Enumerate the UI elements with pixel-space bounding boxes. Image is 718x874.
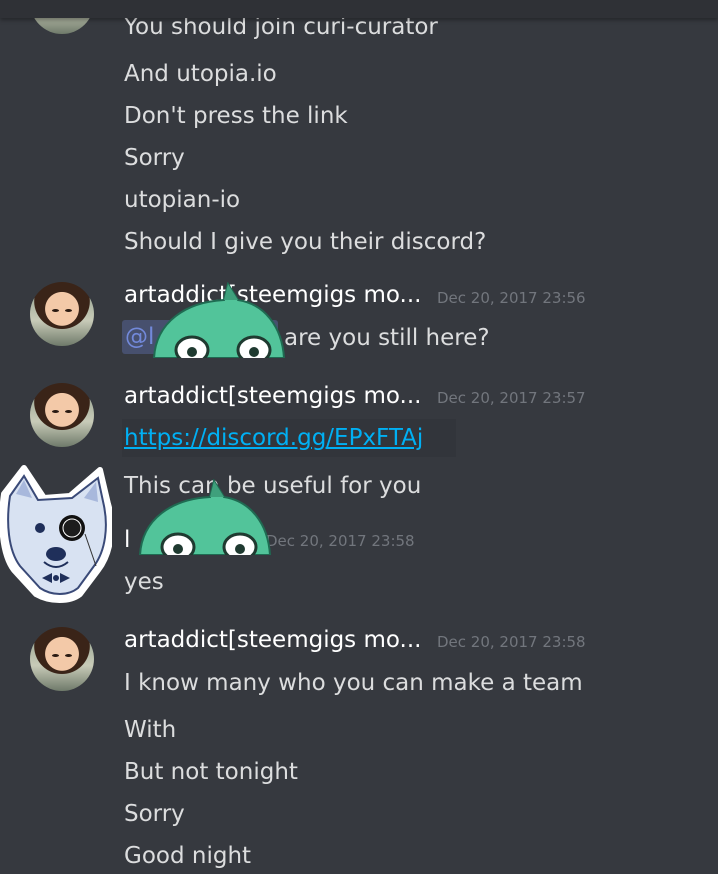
avatar[interactable] (30, 627, 94, 691)
invite-link[interactable]: https://discord.gg/EPxFTAj (124, 424, 423, 452)
message-text: And utopia.io (124, 61, 277, 87)
message-text: yes (124, 569, 164, 595)
dinosaur-sticker-icon (138, 479, 272, 555)
message-timestamp: Dec 20, 2017 23:58 (437, 633, 586, 651)
message-timestamp: Dec 20, 2017 23:56 (437, 289, 586, 307)
channel-header-bar (0, 0, 718, 18)
message-text: But not tonight (124, 759, 298, 785)
message-text: are you still here? (284, 325, 490, 351)
message-text: utopian-io (124, 187, 241, 213)
message-text: I know many who you can make a team (124, 670, 583, 696)
dinosaur-sticker-icon (152, 282, 286, 358)
avatar[interactable] (30, 282, 94, 346)
message-text: Should I give you their discord? (124, 229, 487, 255)
message-timestamp: Dec 20, 2017 23:58 (266, 532, 415, 550)
message-text: Sorry (124, 145, 185, 171)
username[interactable]: artaddict[steemgigs mo... (124, 382, 421, 410)
message-text: With (124, 717, 177, 743)
message-timestamp: Dec 20, 2017 23:57 (437, 389, 586, 407)
username[interactable]: artaddict[steemgigs mo... (124, 626, 421, 654)
message-text: Good night (124, 843, 252, 869)
avatar[interactable] (30, 383, 94, 447)
username[interactable]: l (124, 526, 130, 554)
message-text: Don't press the link (124, 103, 348, 129)
bulldog-avatar-icon[interactable] (0, 462, 112, 604)
message-text: Sorry (124, 801, 185, 827)
